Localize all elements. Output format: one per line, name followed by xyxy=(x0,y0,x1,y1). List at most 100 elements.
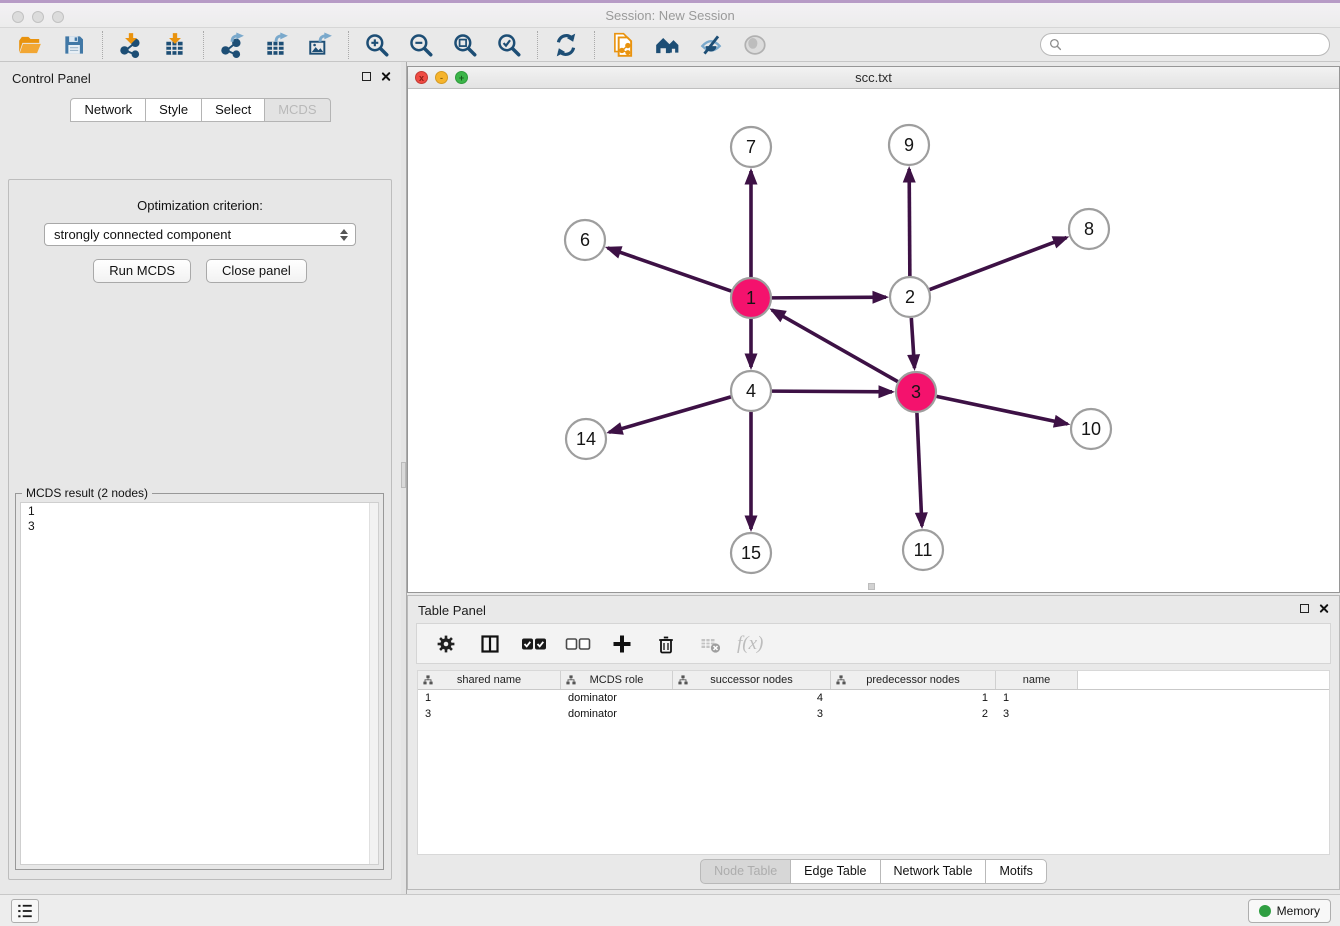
tab-network-table[interactable]: Network Table xyxy=(880,859,987,884)
close-window-icon[interactable] xyxy=(12,11,24,23)
toolbar-separator xyxy=(594,31,595,59)
export-table-icon[interactable] xyxy=(261,30,291,60)
tab-style[interactable]: Style xyxy=(145,98,202,122)
mcds-result-list[interactable]: 13 xyxy=(20,502,379,865)
search-input[interactable] xyxy=(1067,38,1321,52)
float-table-panel-icon[interactable] xyxy=(1300,604,1309,613)
table-cell[interactable]: 1 xyxy=(418,692,561,704)
network-graph[interactable]: 7 9 6 8 1 2 4 3 14 10 15 11 xyxy=(408,89,1339,592)
memory-button[interactable]: Memory xyxy=(1248,899,1331,923)
node-10[interactable]: 10 xyxy=(1071,409,1111,449)
close-network-icon[interactable]: x xyxy=(415,71,428,84)
window-controls[interactable] xyxy=(12,11,64,23)
float-panel-icon[interactable] xyxy=(362,72,371,81)
column-header-MCDS-role[interactable]: MCDS role xyxy=(561,671,673,689)
column-header-name[interactable]: name xyxy=(996,671,1078,689)
column-header-successor-nodes[interactable]: successor nodes xyxy=(673,671,831,689)
result-scrollbar[interactable] xyxy=(369,503,378,864)
tab-network[interactable]: Network xyxy=(70,98,146,122)
maximize-network-icon[interactable]: + xyxy=(455,71,468,84)
tab-node-table[interactable]: Node Table xyxy=(700,859,791,884)
toolbar-separator xyxy=(102,31,103,59)
edge-2-8[interactable] xyxy=(930,238,1067,290)
tab-select[interactable]: Select xyxy=(201,98,265,122)
splitter-grip[interactable] xyxy=(401,462,406,488)
node-6[interactable]: 6 xyxy=(565,220,605,260)
columns-icon[interactable] xyxy=(473,631,507,657)
home-icon[interactable] xyxy=(652,30,682,60)
import-network-icon[interactable] xyxy=(116,30,146,60)
table-cell[interactable]: dominator xyxy=(561,708,673,720)
close-table-panel-icon[interactable] xyxy=(1318,603,1329,614)
zoom-selected-icon[interactable] xyxy=(494,30,524,60)
table-cell[interactable]: 2 xyxy=(831,708,996,720)
gear-icon[interactable] xyxy=(429,631,463,657)
refresh-icon[interactable] xyxy=(551,30,581,60)
node-4[interactable]: 4 xyxy=(731,371,771,411)
zoom-out-icon[interactable] xyxy=(406,30,436,60)
table-cell[interactable]: 3 xyxy=(996,708,1078,720)
column-header-predecessor-nodes[interactable]: predecessor nodes xyxy=(831,671,996,689)
node-11[interactable]: 11 xyxy=(903,530,943,570)
network-resize-grip[interactable] xyxy=(868,583,875,590)
table-row[interactable]: 1dominator411 xyxy=(418,690,1329,706)
node-9[interactable]: 9 xyxy=(889,125,929,165)
edge-3-1[interactable] xyxy=(772,310,898,382)
node-15[interactable]: 15 xyxy=(731,533,771,573)
node-3[interactable]: 3 xyxy=(896,372,936,412)
zoom-fit-icon[interactable] xyxy=(450,30,480,60)
node-label: 7 xyxy=(746,137,756,157)
network-canvas[interactable]: 7 9 6 8 1 2 4 3 14 10 15 11 xyxy=(408,89,1339,592)
network-window-titlebar[interactable]: x - + scc.txt xyxy=(408,67,1339,89)
edge-4-3[interactable] xyxy=(772,391,892,392)
node-table: shared nameMCDS rolesuccessor nodesprede… xyxy=(417,670,1330,855)
edge-4-14[interactable] xyxy=(609,397,731,432)
node-8[interactable]: 8 xyxy=(1069,209,1109,249)
add-icon[interactable] xyxy=(605,631,639,657)
inactive-eye-icon xyxy=(740,30,770,60)
select-all-icon[interactable] xyxy=(517,631,551,657)
edge-1-2[interactable] xyxy=(772,297,886,298)
table-row[interactable]: 3dominator323 xyxy=(418,706,1329,722)
duplicate-network-icon[interactable] xyxy=(608,30,638,60)
edge-2-9[interactable] xyxy=(909,169,910,276)
zoom-in-icon[interactable] xyxy=(362,30,392,60)
save-icon[interactable] xyxy=(59,30,89,60)
minimize-window-icon[interactable] xyxy=(32,11,44,23)
table-cell[interactable]: dominator xyxy=(561,692,673,704)
minimize-network-icon[interactable]: - xyxy=(435,71,448,84)
zoom-window-icon[interactable] xyxy=(52,11,64,23)
import-table-icon[interactable] xyxy=(160,30,190,60)
edge-3-10[interactable] xyxy=(937,396,1068,424)
edge-1-6[interactable] xyxy=(608,248,732,291)
delete-icon[interactable] xyxy=(649,631,683,657)
tab-edge-table[interactable]: Edge Table xyxy=(790,859,880,884)
table-cell[interactable]: 3 xyxy=(673,708,831,720)
tab-mcds[interactable]: MCDS xyxy=(264,98,330,122)
search-field[interactable] xyxy=(1040,33,1330,56)
node-1[interactable]: 1 xyxy=(731,278,771,318)
task-history-button[interactable] xyxy=(11,899,39,923)
tab-motifs[interactable]: Motifs xyxy=(985,859,1046,884)
table-cell[interactable]: 1 xyxy=(996,692,1078,704)
node-14[interactable]: 14 xyxy=(566,419,606,459)
export-network-icon[interactable] xyxy=(217,30,247,60)
open-file-icon[interactable] xyxy=(15,30,45,60)
column-header-shared-name[interactable]: shared name xyxy=(418,671,561,689)
close-panel-button[interactable]: Close panel xyxy=(206,259,307,283)
table-cell[interactable]: 3 xyxy=(418,708,561,720)
hide-panel-icon[interactable] xyxy=(696,30,726,60)
export-image-icon[interactable] xyxy=(305,30,335,60)
close-panel-icon[interactable] xyxy=(380,71,391,82)
table-cell[interactable]: 1 xyxy=(831,692,996,704)
table-cell[interactable]: 4 xyxy=(673,692,831,704)
node-7[interactable]: 7 xyxy=(731,127,771,167)
edge-2-3[interactable] xyxy=(911,318,914,368)
node-2[interactable]: 2 xyxy=(890,277,930,317)
node-label: 6 xyxy=(580,230,590,250)
edge-3-11[interactable] xyxy=(917,413,922,526)
optimization-dropdown[interactable]: strongly connected component xyxy=(44,223,356,246)
memory-label: Memory xyxy=(1277,904,1320,918)
deselect-all-icon[interactable] xyxy=(561,631,595,657)
run-mcds-button[interactable]: Run MCDS xyxy=(93,259,191,283)
